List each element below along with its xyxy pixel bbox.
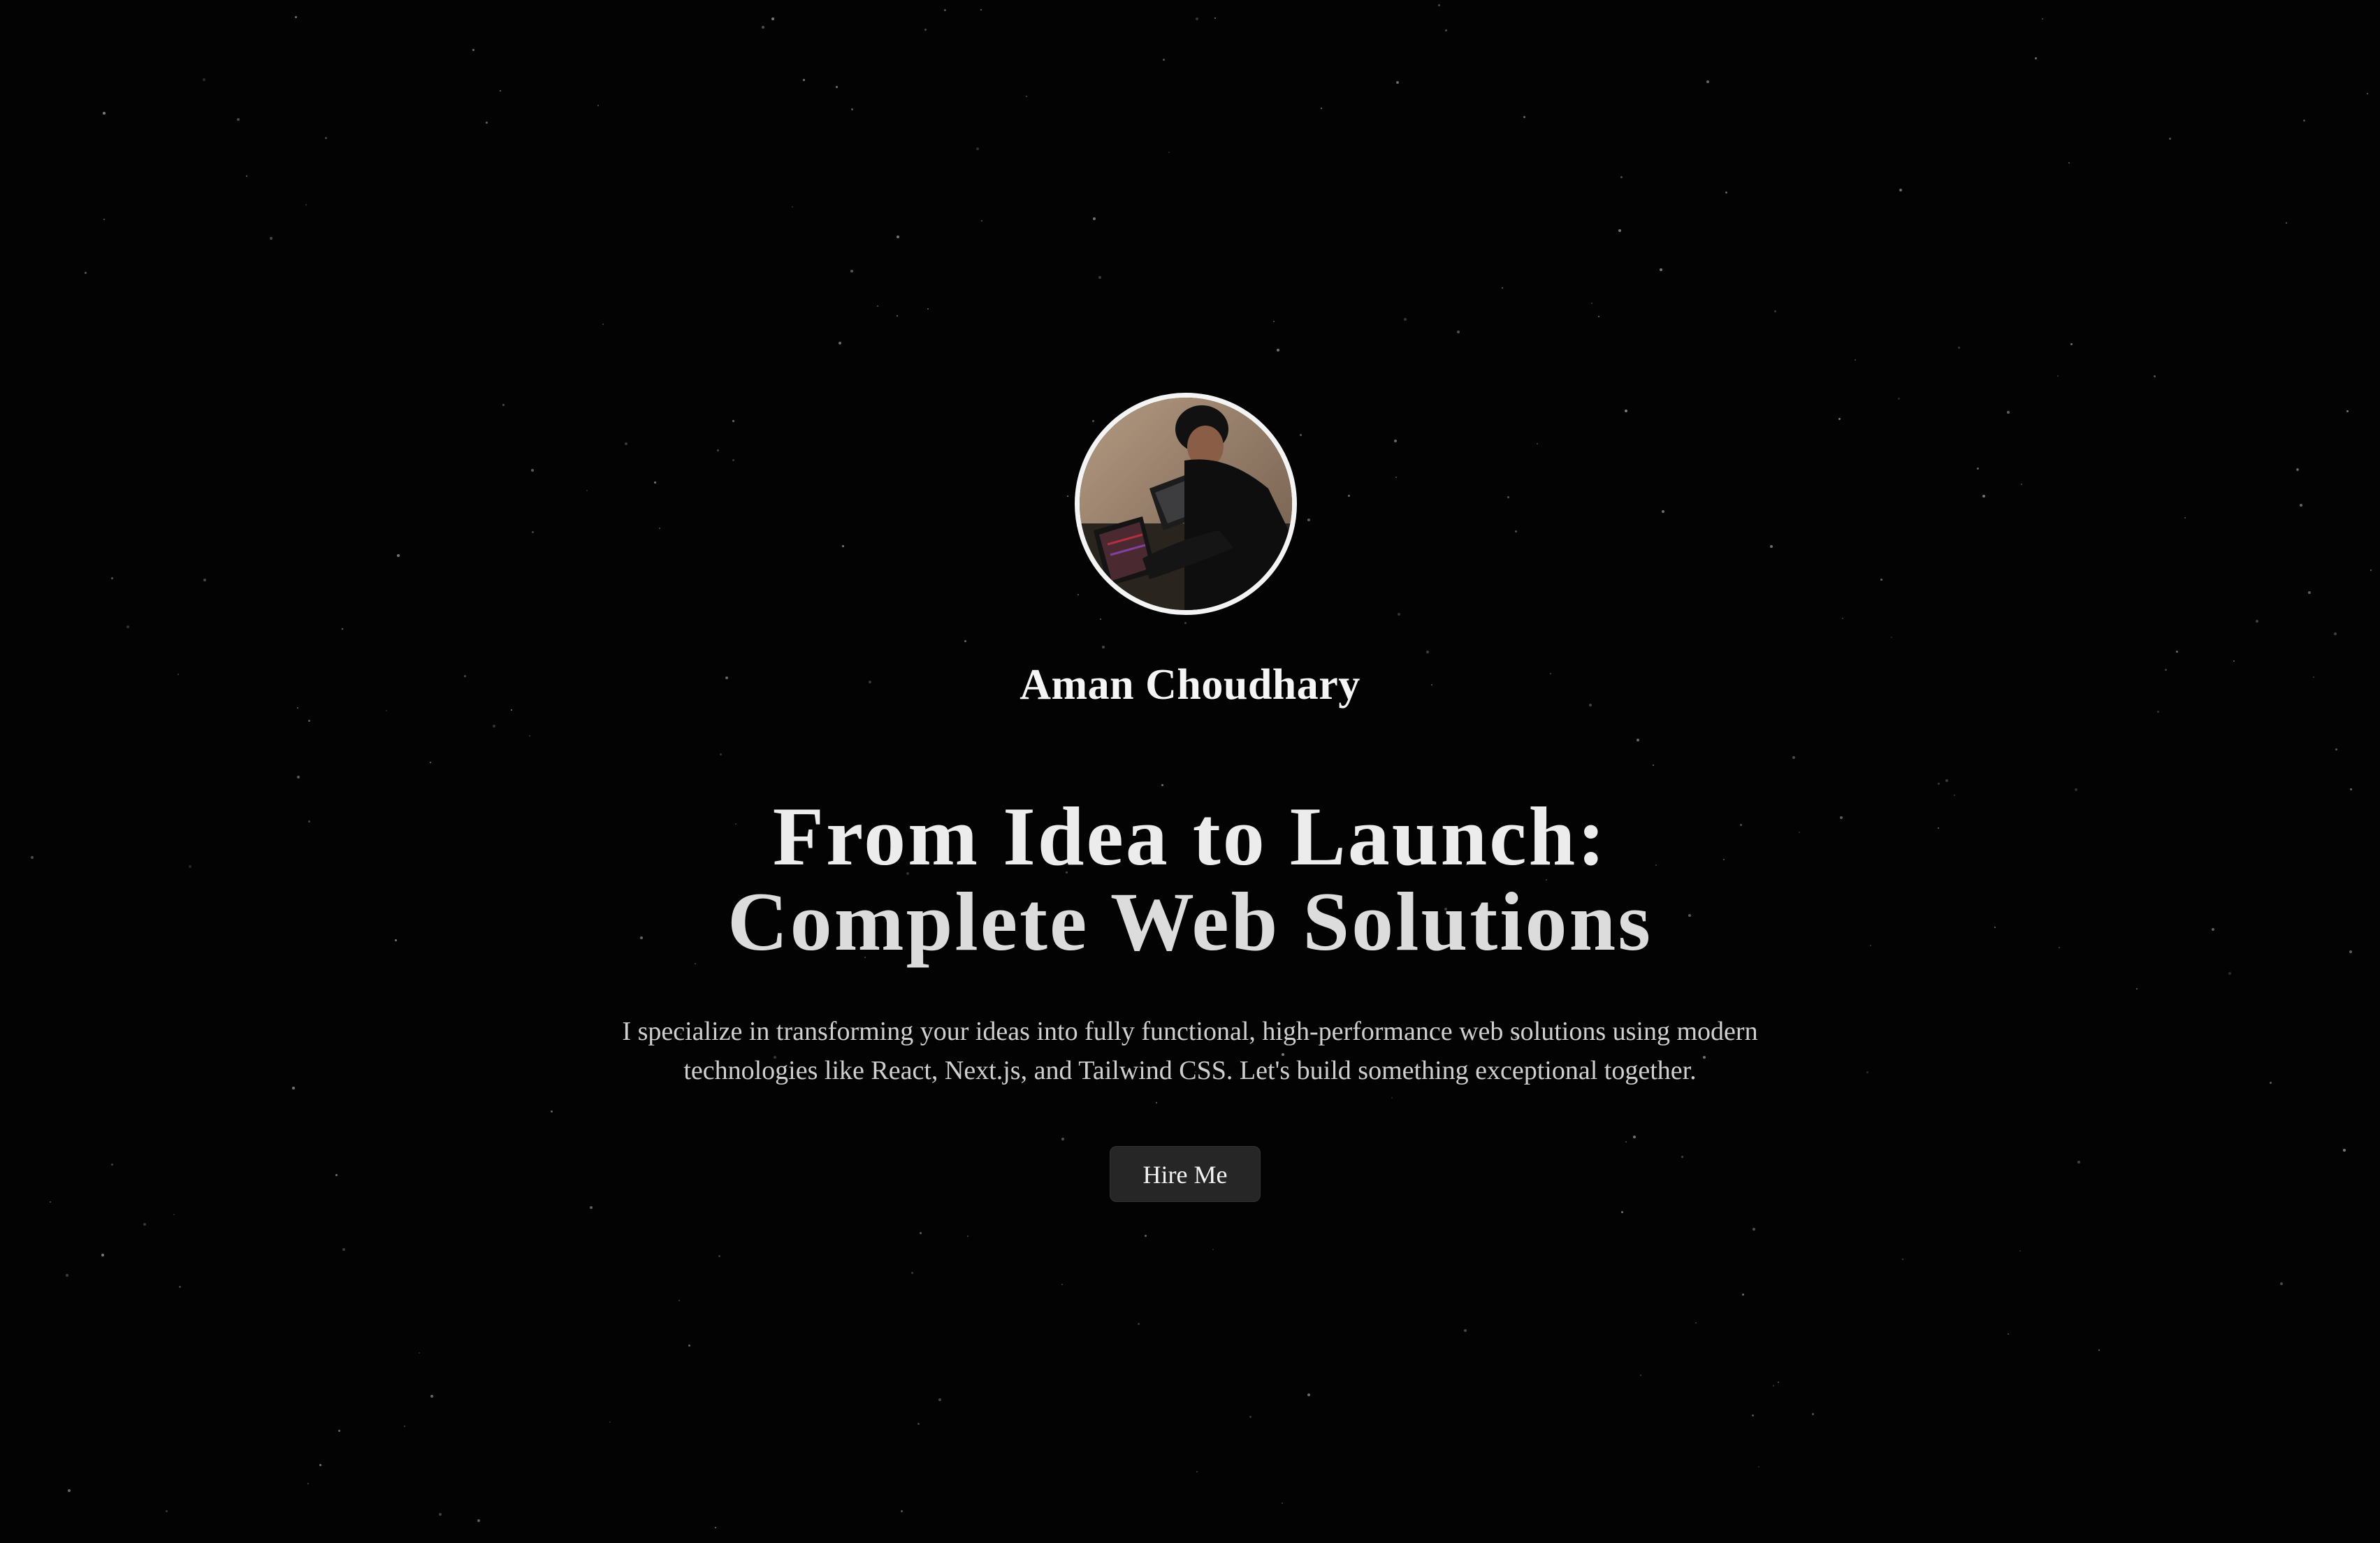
hire-me-button[interactable]: Hire Me	[1110, 1146, 1261, 1202]
headline-line-2: Complete Web Solutions	[727, 875, 1653, 968]
hero-headline: From Idea to Launch: Complete Web Soluti…	[0, 794, 2380, 964]
profile-name: Aman Choudhary	[1020, 661, 1360, 709]
description-line-1: I specialize in transforming your ideas …	[622, 1017, 1758, 1046]
landing-page: Aman Choudhary From Idea to Launch: Comp…	[0, 0, 2380, 1543]
headline-line-1: From Idea to Launch:	[772, 790, 1608, 883]
hero-description: I specialize in transforming your ideas …	[531, 1012, 1849, 1090]
avatar-photo	[1080, 398, 1292, 610]
avatar	[1075, 393, 1297, 615]
hero-section: Aman Choudhary From Idea to Launch: Comp…	[0, 0, 2380, 1543]
description-line-2: technologies like React, Next.js, and Ta…	[683, 1056, 1697, 1085]
